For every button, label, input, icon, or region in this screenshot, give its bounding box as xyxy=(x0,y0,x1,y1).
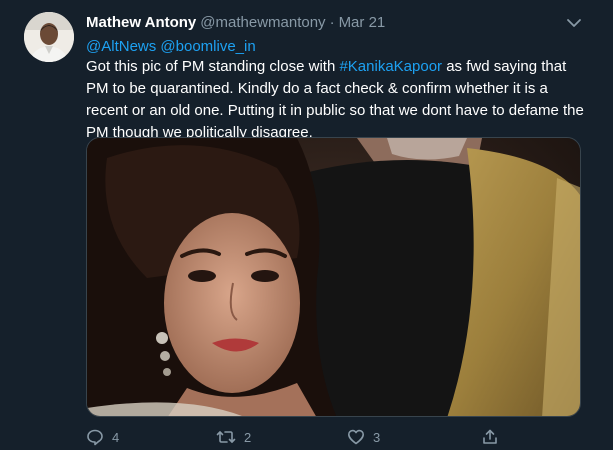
tweet-header: Mathew Antony @mathewmantony · Mar 21 xyxy=(86,14,385,34)
separator-dot: · xyxy=(329,14,335,31)
tweet-photo[interactable] xyxy=(86,137,581,417)
tweet-actions: 4 2 3 xyxy=(86,426,516,448)
mention-boomlive[interactable]: @boomlive_in xyxy=(160,38,255,55)
tweet-date[interactable]: Mar 21 xyxy=(339,14,386,31)
tweet[interactable]: Mathew Antony @mathewmantony · Mar 21 @A… xyxy=(0,0,613,450)
heart-icon xyxy=(347,428,365,446)
like-button[interactable]: 3 xyxy=(347,426,380,448)
reply-mentions: @AltNews @boomlive_in xyxy=(86,37,256,57)
share-icon xyxy=(481,428,499,446)
share-button[interactable] xyxy=(481,426,499,448)
tweet-text: Got this pic of PM standing close with #… xyxy=(86,56,591,144)
reply-count: 4 xyxy=(112,429,120,445)
author-handle[interactable]: @mathewmantony xyxy=(200,14,325,31)
reply-icon xyxy=(86,428,104,446)
reply-button[interactable]: 4 xyxy=(86,426,119,448)
tweet-text-part-1: Got this pic of PM standing close with xyxy=(86,58,340,75)
mention-altnews[interactable]: @AltNews xyxy=(86,38,156,55)
avatar[interactable] xyxy=(24,12,74,62)
retweet-icon xyxy=(216,428,236,446)
retweet-count: 2 xyxy=(244,429,252,445)
hashtag-link[interactable]: #KanikaKapoor xyxy=(339,58,442,75)
retweet-button[interactable]: 2 xyxy=(216,426,251,448)
chevron-down-icon[interactable] xyxy=(565,14,583,32)
author-name[interactable]: Mathew Antony xyxy=(86,14,196,31)
like-count: 3 xyxy=(373,429,381,445)
